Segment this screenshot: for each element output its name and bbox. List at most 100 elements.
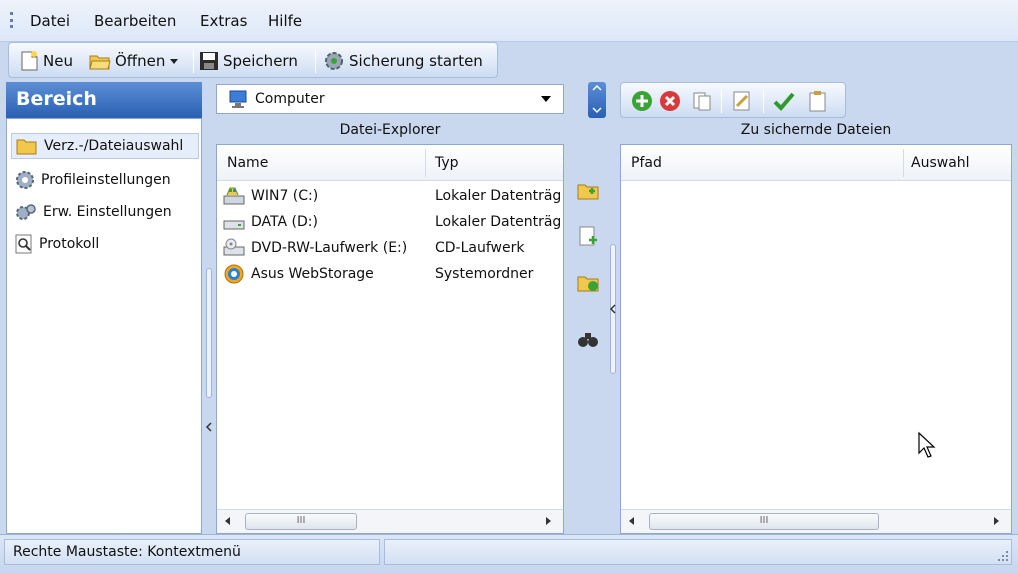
save-button-label: Speichern <box>223 52 298 70</box>
binoculars-icon[interactable] <box>577 328 599 350</box>
sidebar-item-file-selection[interactable]: Verz.-/Dateiauswahl <box>11 133 199 159</box>
menu-bar: Datei Bearbeiten Extras Hilfe <box>0 0 1018 42</box>
open-button-label: Öffnen <box>115 52 166 70</box>
menu-extras[interactable]: Extras <box>200 12 247 30</box>
location-combo-value: Computer <box>255 91 325 107</box>
advanced-settings-icon <box>16 204 36 220</box>
view-toggle-button[interactable] <box>588 82 606 118</box>
sidebar-item-label: Protokoll <box>39 236 100 252</box>
new-button-label: Neu <box>43 52 73 70</box>
resize-grip-icon[interactable] <box>994 549 1010 565</box>
column-path[interactable]: Pfad <box>631 155 662 171</box>
horizontal-scrollbar[interactable]: III <box>217 509 563 533</box>
new-button[interactable]: Neu <box>19 49 73 73</box>
column-name[interactable]: Name <box>227 155 268 171</box>
folder-icon <box>16 139 37 155</box>
status-bar: Rechte Maustaste: Kontextmenü <box>0 534 1018 573</box>
scroll-right-icon[interactable] <box>994 517 999 525</box>
chevron-up-down-icon <box>592 84 602 114</box>
list-item[interactable]: WIN7 (C:) Lokaler Datenträg <box>223 183 561 209</box>
item-name: DVD-RW-Laufwerk (E:) <box>251 240 408 256</box>
item-type: Lokaler Datenträg <box>435 214 562 230</box>
backup-gear-icon <box>325 52 343 70</box>
column-separator[interactable] <box>903 149 904 177</box>
item-name: WIN7 (C:) <box>251 188 319 204</box>
menu-bearbeiten[interactable]: Bearbeiten <box>94 12 176 30</box>
horizontal-scrollbar[interactable]: III <box>621 509 1011 533</box>
dvd-drive-icon <box>223 238 245 256</box>
edit-document-icon[interactable] <box>731 90 753 112</box>
open-button[interactable]: Öffnen <box>89 49 179 73</box>
drive-icon <box>223 220 245 230</box>
column-selection[interactable]: Auswahl <box>911 155 970 171</box>
scrollbar-thumb[interactable]: III <box>245 513 357 530</box>
remove-icon[interactable] <box>659 90 681 112</box>
collapse-left-icon[interactable] <box>205 422 213 432</box>
scroll-left-icon[interactable] <box>629 517 634 525</box>
backup-column-header: Pfad Auswahl <box>621 145 1011 181</box>
sidebar-item-advanced-settings[interactable]: Erw. Einstellungen <box>11 199 199 225</box>
open-folder-icon <box>89 55 111 70</box>
item-type: CD-Laufwerk <box>435 240 525 256</box>
add-folder-icon[interactable] <box>577 180 599 202</box>
chevron-down-icon[interactable] <box>541 96 551 102</box>
backup-files-list[interactable]: Pfad Auswahl III <box>620 144 1012 534</box>
splitter-handle[interactable] <box>206 268 212 398</box>
toolbar-separator <box>763 89 764 113</box>
column-separator[interactable] <box>425 149 426 177</box>
left-splitter[interactable] <box>204 118 214 534</box>
collapse-left-icon[interactable] <box>609 304 617 314</box>
sidebar-item-log[interactable]: Protokoll <box>11 231 199 257</box>
toolbar-separator <box>315 49 316 73</box>
status-text: Rechte Maustaste: Kontextmenü <box>4 539 380 565</box>
computer-icon <box>229 90 247 108</box>
clipboard-icon[interactable] <box>807 90 829 112</box>
location-combo[interactable]: Computer <box>216 84 564 114</box>
save-disk-icon <box>200 52 218 70</box>
toolbar-separator <box>193 49 194 73</box>
add-icon[interactable] <box>631 90 653 112</box>
menu-grip <box>10 12 13 28</box>
explorer-column-header: Name Typ <box>217 145 563 181</box>
scroll-right-icon[interactable] <box>546 517 551 525</box>
new-document-icon <box>21 51 38 71</box>
backup-toolbar <box>620 82 846 118</box>
toolbar-separator <box>721 89 722 113</box>
column-type[interactable]: Typ <box>435 155 459 171</box>
item-name: Asus WebStorage <box>251 266 374 282</box>
explorer-title: Datei-Explorer <box>339 122 441 138</box>
right-splitter[interactable] <box>608 144 618 534</box>
sidebar-nav: Verz.-/Dateiauswahl Profileinstellungen … <box>6 118 202 534</box>
list-item[interactable]: DVD-RW-Laufwerk (E:) CD-Laufwerk <box>223 235 524 261</box>
copy-icon[interactable] <box>691 90 713 112</box>
main-toolbar: Neu Öffnen Speichern Sicherung starten <box>8 42 498 78</box>
add-file-icon[interactable] <box>577 226 599 248</box>
check-icon[interactable] <box>773 90 795 112</box>
file-explorer-list[interactable]: Name Typ WIN7 (C:) Lokaler Datenträg DAT… <box>216 144 564 534</box>
start-backup-button[interactable]: Sicherung starten <box>323 49 483 73</box>
bereich-header: Bereich <box>6 82 202 118</box>
list-item[interactable]: Asus WebStorage Systemordner <box>223 261 533 287</box>
start-backup-label: Sicherung starten <box>349 52 483 70</box>
system-drive-icon <box>223 187 245 205</box>
sidebar-item-label: Erw. Einstellungen <box>43 204 172 220</box>
item-type: Systemordner <box>435 266 534 282</box>
transfer-actions <box>566 144 610 534</box>
sidebar-item-label: Verz.-/Dateiauswahl <box>44 138 184 154</box>
save-button[interactable]: Speichern <box>199 49 298 73</box>
webstorage-icon <box>224 264 244 284</box>
status-pane-empty <box>384 539 1012 565</box>
profile-gear-icon <box>16 171 34 189</box>
scroll-left-icon[interactable] <box>225 517 230 525</box>
scrollbar-thumb[interactable]: III <box>649 513 879 530</box>
menu-datei[interactable]: Datei <box>30 12 70 30</box>
list-item[interactable]: DATA (D:) Lokaler Datenträg <box>223 209 561 235</box>
magnifier-log-icon <box>15 234 32 254</box>
sidebar-item-label: Profileinstellungen <box>41 172 171 188</box>
sidebar-item-profile-settings[interactable]: Profileinstellungen <box>11 167 199 193</box>
mouse-cursor-icon <box>918 431 936 458</box>
item-type: Lokaler Datenträg <box>435 188 562 204</box>
menu-hilfe[interactable]: Hilfe <box>268 12 302 30</box>
chevron-down-icon[interactable] <box>169 56 179 66</box>
add-subfolders-icon[interactable] <box>577 272 599 294</box>
